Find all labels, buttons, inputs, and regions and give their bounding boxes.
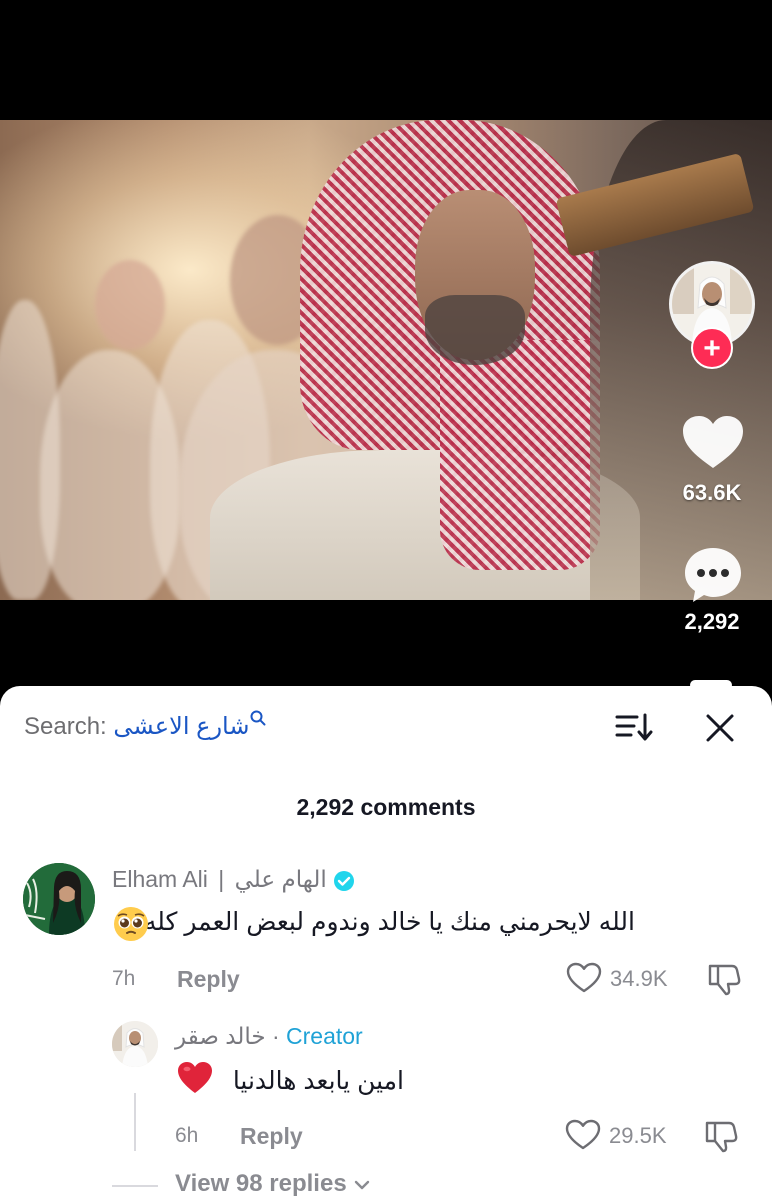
comment-author-name: Elham Ali <box>112 866 208 892</box>
video-scene-main-figure <box>440 340 600 570</box>
comment-text: الله لايحرمني منك يا خالد وندوم لبعض الع… <box>144 907 635 937</box>
comment-like-count: 34.9K <box>610 966 668 991</box>
comment-author[interactable]: Elham Ali | الهام علي <box>112 866 355 893</box>
verified-badge-icon <box>334 870 355 891</box>
thread-line <box>134 1093 136 1151</box>
user-avatar-icon <box>23 863 95 935</box>
like-heart-icon[interactable] <box>683 416 743 470</box>
video-comment-count: 2,292 <box>684 609 740 634</box>
close-icon[interactable] <box>704 712 736 744</box>
reply-text: امين يابعد هالدنيا <box>233 1066 404 1096</box>
reply-like-heart-icon[interactable] <box>565 1119 601 1151</box>
view-replies-label: View 98 replies <box>175 1170 347 1197</box>
red-heart-icon <box>178 1062 212 1093</box>
comments-count-title: 2,292 comments <box>296 794 476 820</box>
reply-author[interactable]: خالد صقر · Creator <box>175 1023 363 1050</box>
name-separator: | <box>218 866 225 892</box>
dislike-icon[interactable] <box>706 962 742 996</box>
video-like-count: 63.6K <box>682 480 742 505</box>
search-icon <box>250 710 266 726</box>
divider <box>112 1185 158 1187</box>
video-player[interactable] <box>0 120 772 600</box>
comment-body: الله لايحرمني منك يا خالد وندوم لبعض الع… <box>143 908 635 936</box>
dislike-icon[interactable] <box>703 1119 739 1153</box>
reply-author-name: خالد صقر <box>175 1023 266 1049</box>
avatar[interactable] <box>23 863 95 935</box>
video-scene-figure <box>95 260 165 350</box>
video-top-letterbox <box>0 0 772 120</box>
reply-body: امين يابعد هالدنيا <box>232 1067 404 1095</box>
sort-icon[interactable] <box>614 712 654 744</box>
comment-bubble-icon[interactable] <box>683 546 743 604</box>
video-scene-main-figure <box>425 295 525 365</box>
follow-button[interactable]: + <box>691 327 733 369</box>
search-term-link[interactable]: شارع الاعشى <box>113 713 249 740</box>
comment-author-arabic-name: الهام علي <box>234 866 327 892</box>
pleading-face-icon <box>114 907 148 941</box>
creator-reply-avatar[interactable] <box>112 1021 158 1067</box>
reply-button[interactable]: Reply <box>177 966 240 993</box>
chevron-down-icon <box>355 1180 370 1189</box>
comment-timestamp: 7h <box>112 967 136 990</box>
search-prefix-label: Search: <box>24 713 107 740</box>
reply-button[interactable]: Reply <box>240 1123 303 1150</box>
view-replies-button[interactable]: View 98 replies <box>175 1170 371 1198</box>
name-separator-dot: · <box>271 1023 280 1049</box>
creator-avatar-icon <box>112 1021 158 1067</box>
reply-timestamp: 6h <box>175 1124 199 1147</box>
video-bottom-letterbox <box>0 600 772 690</box>
comment-like-heart-icon[interactable] <box>566 962 602 994</box>
reply-like-count: 29.5K <box>609 1123 667 1148</box>
comment-search[interactable]: Search: شارع الاعشى <box>24 710 266 741</box>
creator-label: Creator <box>286 1023 363 1049</box>
